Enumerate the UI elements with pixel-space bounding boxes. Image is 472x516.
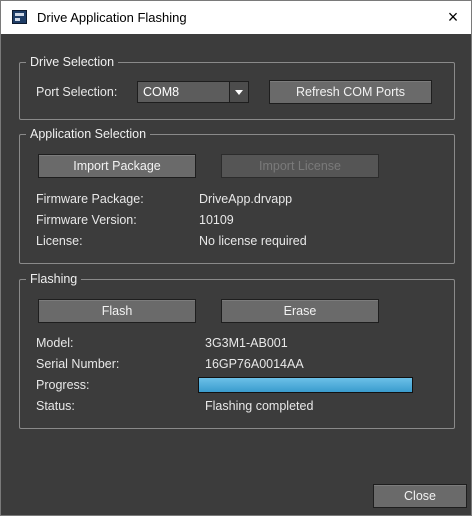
port-selection-value: COM8: [143, 85, 180, 99]
port-selection-label: Port Selection:: [36, 85, 118, 99]
flash-button[interactable]: Flash: [38, 299, 196, 323]
status-label: Status:: [36, 399, 75, 413]
close-button[interactable]: Close: [373, 484, 467, 508]
firmware-package-label: Firmware Package:: [36, 192, 144, 206]
close-icon[interactable]: ×: [441, 5, 465, 29]
drive-application-flashing-window: Drive Application Flashing × Drive Selec…: [0, 0, 472, 516]
drive-selection-group: Drive Selection Port Selection: COM8 Ref…: [19, 54, 455, 120]
app-icon: [12, 10, 27, 24]
serial-number-label: Serial Number:: [36, 357, 120, 371]
progress-bar-fill: [199, 378, 412, 392]
erase-button[interactable]: Erase: [221, 299, 379, 323]
port-selection-dropdown[interactable]: COM8: [137, 81, 249, 103]
progress-bar: [198, 377, 413, 393]
serial-number-value: 16GP76A0014AA: [205, 357, 304, 371]
drive-selection-title: Drive Selection: [26, 54, 119, 70]
import-package-button[interactable]: Import Package: [38, 154, 196, 178]
model-label: Model:: [36, 336, 74, 350]
title-bar: Drive Application Flashing ×: [1, 1, 471, 34]
firmware-package-value: DriveApp.drvapp: [199, 192, 293, 206]
progress-label: Progress:: [36, 378, 90, 392]
flashing-title: Flashing: [26, 271, 82, 287]
chevron-down-icon[interactable]: [229, 82, 248, 102]
import-license-button[interactable]: Import License: [221, 154, 379, 178]
application-selection-group: Application Selection Import Package Imp…: [19, 126, 455, 264]
license-value: No license required: [199, 234, 307, 248]
flashing-group: Flashing Flash Erase Model: 3G3M1-AB001 …: [19, 271, 455, 429]
refresh-com-ports-button[interactable]: Refresh COM Ports: [269, 80, 432, 104]
application-selection-title: Application Selection: [26, 126, 151, 142]
window-title: Drive Application Flashing: [37, 10, 187, 25]
firmware-version-label: Firmware Version:: [36, 213, 137, 227]
license-label: License:: [36, 234, 83, 248]
model-value: 3G3M1-AB001: [205, 336, 288, 350]
firmware-version-value: 10109: [199, 213, 234, 227]
status-value: Flashing completed: [205, 399, 314, 413]
